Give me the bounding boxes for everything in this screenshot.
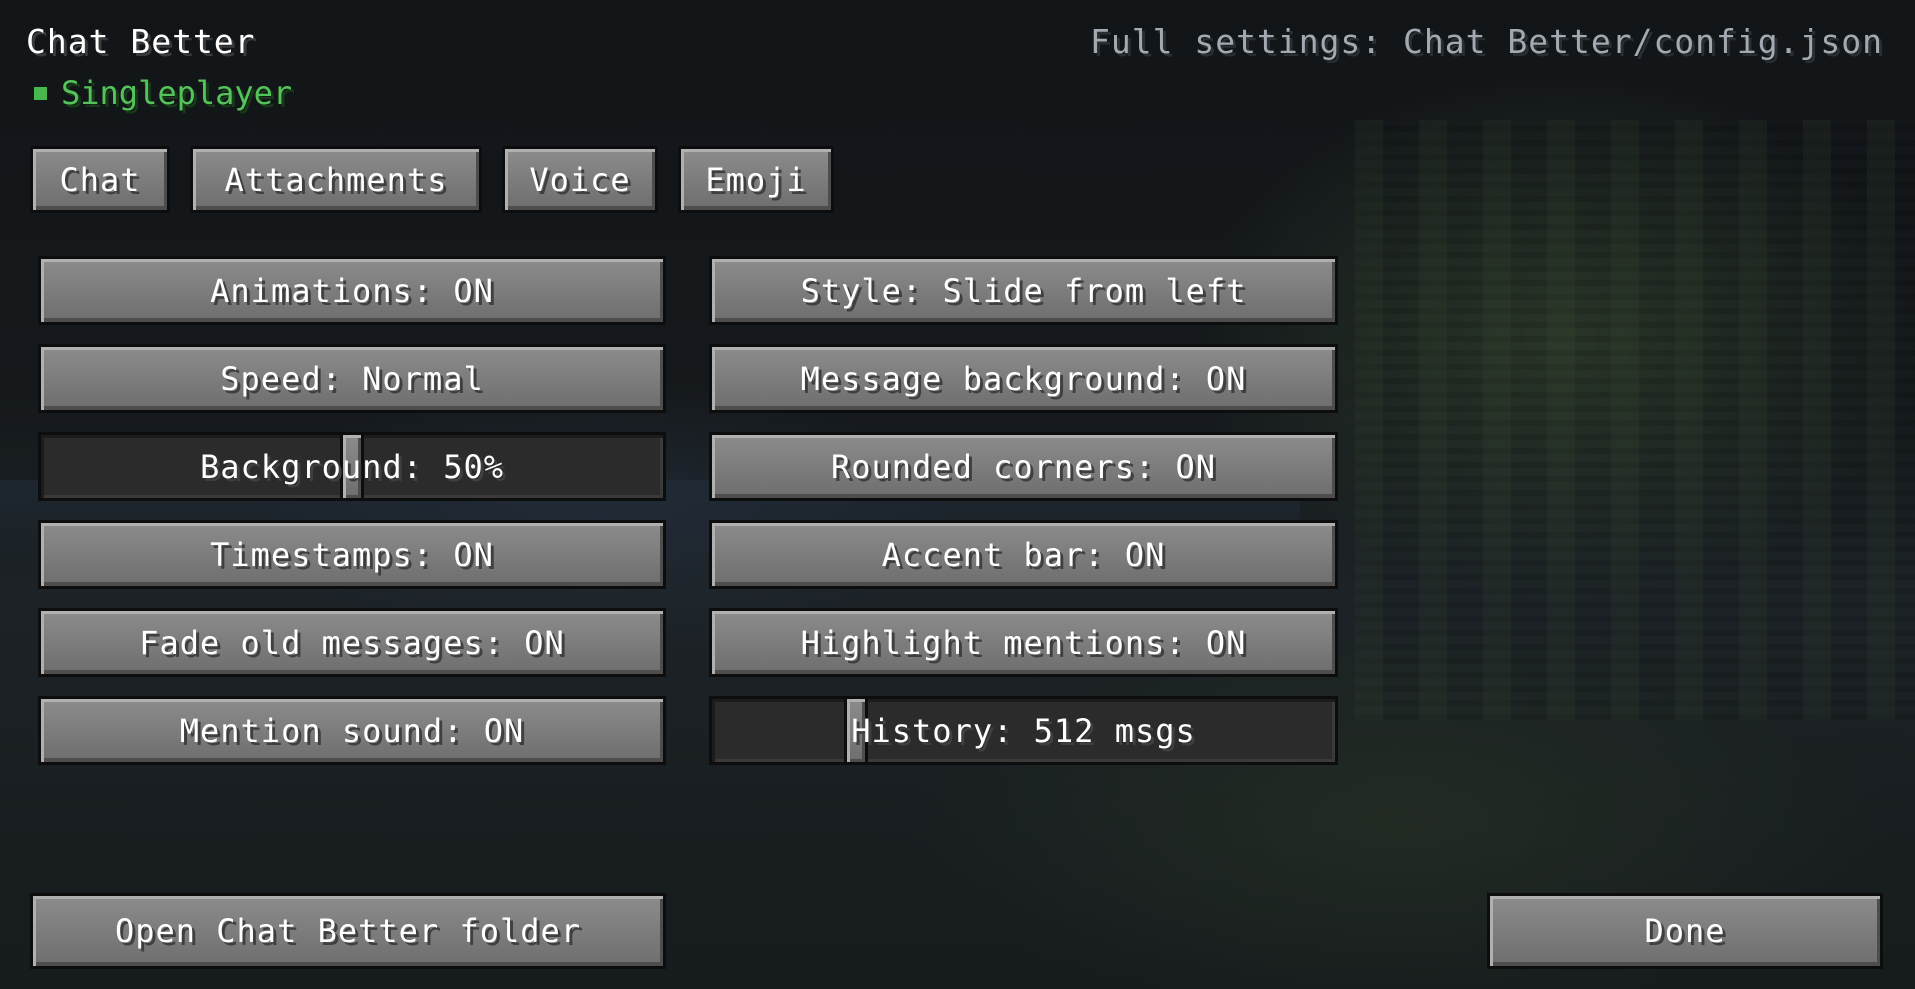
timestamps-toggle[interactable]: Timestamps: ON [38, 520, 666, 589]
done-button[interactable]: Done [1487, 893, 1883, 969]
mention-sound-toggle[interactable]: Mention sound: ON [38, 696, 666, 765]
tab-emoji-label: Emoji [705, 160, 807, 199]
tab-attachments-label: Attachments [224, 160, 448, 199]
status-label: Singleplayer [61, 74, 293, 112]
fade-old-messages-label: Fade old messages: ON [139, 623, 565, 662]
status-dot-icon [34, 86, 47, 100]
highlight-mentions-label: Highlight mentions: ON [800, 623, 1247, 662]
background-slider-label: Background: 50% [200, 447, 504, 486]
tab-emoji[interactable]: Emoji [678, 146, 834, 213]
message-background-label: Message background: ON [800, 359, 1247, 398]
settings-path-hint: Full settings: Chat Better/config.json [1090, 22, 1883, 61]
open-folder-button[interactable]: Open Chat Better folder [30, 893, 666, 969]
fade-old-messages-toggle[interactable]: Fade old messages: ON [38, 608, 666, 677]
tab-attachments[interactable]: Attachments [190, 146, 482, 213]
rounded-corners-label: Rounded corners: ON [830, 447, 1217, 486]
background-foliage [1355, 120, 1915, 720]
tab-chat-label: Chat [59, 160, 141, 199]
history-slider-label: History: 512 msgs [851, 711, 1196, 750]
animations-label: Animations: ON [210, 271, 494, 310]
page-title: Chat Better [26, 22, 256, 61]
open-folder-label: Open Chat Better folder [114, 912, 582, 950]
accent-bar-label: Accent bar: ON [881, 535, 1166, 574]
tab-chat[interactable]: Chat [30, 146, 170, 213]
message-background-toggle[interactable]: Message background: ON [709, 344, 1338, 413]
style-label: Style: Slide from left [800, 271, 1247, 310]
animations-toggle[interactable]: Animations: ON [38, 256, 666, 325]
tab-voice-label: Voice [529, 160, 631, 199]
done-label: Done [1644, 912, 1726, 950]
style-cycle-button[interactable]: Style: Slide from left [709, 256, 1338, 325]
world-status: Singleplayer [34, 74, 292, 112]
rounded-corners-toggle[interactable]: Rounded corners: ON [709, 432, 1338, 501]
tab-voice[interactable]: Voice [502, 146, 658, 213]
speed-label: Speed: Normal [220, 359, 484, 398]
history-length-slider[interactable]: History: 512 msgs [709, 696, 1338, 765]
background-opacity-slider[interactable]: Background: 50% [38, 432, 666, 501]
timestamps-label: Timestamps: ON [210, 535, 494, 574]
speed-cycle-button[interactable]: Speed: Normal [38, 344, 666, 413]
accent-bar-toggle[interactable]: Accent bar: ON [709, 520, 1338, 589]
highlight-mentions-toggle[interactable]: Highlight mentions: ON [709, 608, 1338, 677]
mention-sound-label: Mention sound: ON [179, 711, 525, 750]
